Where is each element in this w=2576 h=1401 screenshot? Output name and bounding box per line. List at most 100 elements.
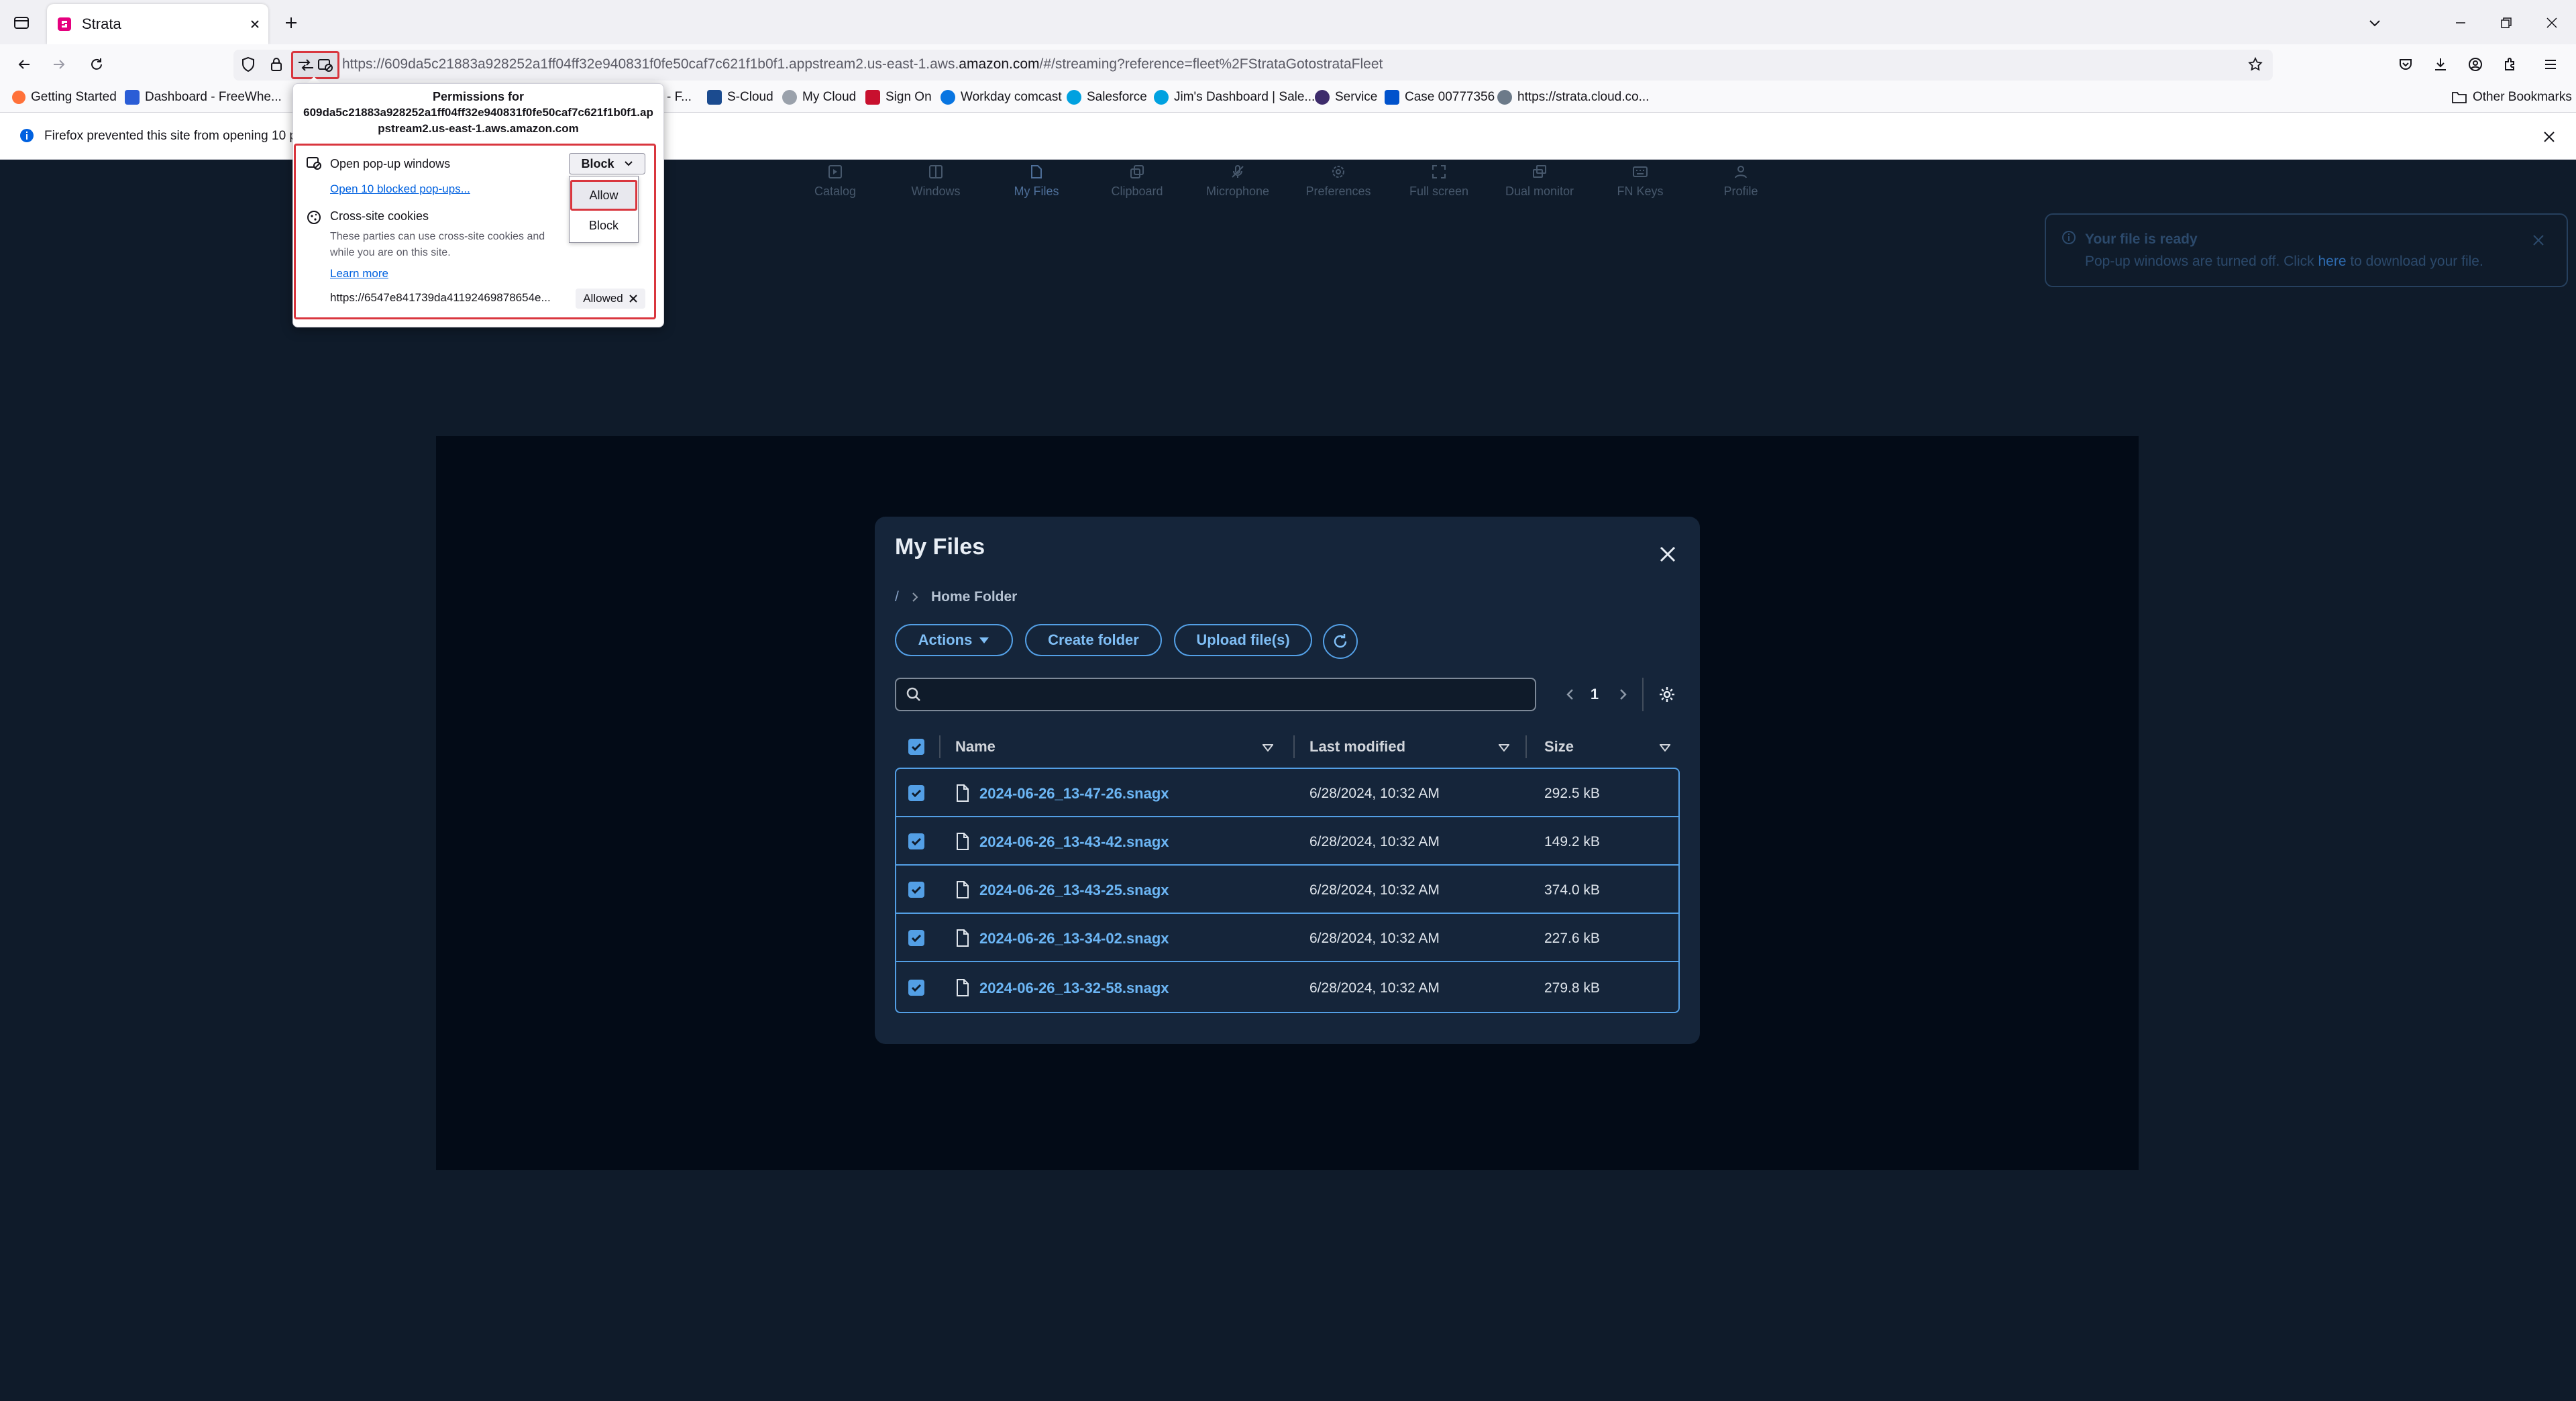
previous-page-icon[interactable] <box>1558 682 1583 707</box>
toolbar-profile[interactable]: Profile <box>1690 164 1791 207</box>
bookmark-star-icon[interactable] <box>2241 51 2270 78</box>
bookmark-service[interactable]: Service <box>1315 90 1377 105</box>
downloads-icon[interactable] <box>2426 51 2455 78</box>
checkmark-icon <box>911 837 922 846</box>
back-icon[interactable] <box>9 51 39 78</box>
option-block[interactable]: Block <box>570 213 637 238</box>
next-page-icon[interactable] <box>1610 682 1635 707</box>
select-all-checkbox[interactable] <box>908 739 924 755</box>
permissions-title: Permissions for 609da5c21883a928252a1ff0… <box>303 90 653 135</box>
tab-overview-icon[interactable] <box>8 9 35 36</box>
cookies-description: These parties can use cross-site cookies… <box>330 231 545 242</box>
toolbar-microphone[interactable]: Microphone <box>1187 164 1288 207</box>
chevron-down-icon <box>624 161 633 166</box>
lock-icon[interactable] <box>262 51 291 78</box>
bookmark-my-cloud[interactable]: My Cloud <box>782 90 856 105</box>
popup-blocked-icon <box>318 59 333 72</box>
toolbar-full-screen[interactable]: Full screen <box>1389 164 1489 207</box>
bookmark-workday[interactable]: Workday comcast <box>941 90 1062 105</box>
site-permissions-button[interactable] <box>291 51 339 79</box>
other-bookmarks[interactable]: Other Bookmarks <box>2451 90 2572 105</box>
my-files-icon <box>1031 165 1042 178</box>
url-text[interactable]: https://609da5c21883a928252a1ff04ff32e94… <box>342 56 1383 72</box>
reload-icon[interactable] <box>82 51 111 78</box>
toolbar-catalog[interactable]: Catalog <box>785 164 885 207</box>
freewheel-icon <box>125 90 140 105</box>
file-modified: 6/28/2024, 10:32 AM <box>1309 980 1440 996</box>
toolbar-dual-monitor[interactable]: Dual monitor <box>1489 164 1590 207</box>
bookmark-dashboard[interactable]: Dashboard - FreeWhe... <box>125 90 282 105</box>
tab-close-icon[interactable] <box>241 11 268 38</box>
tracking-protection-shield-icon[interactable] <box>233 51 263 78</box>
modal-close-icon[interactable] <box>1650 537 1685 572</box>
file-size: 374.0 kB <box>1544 882 1600 898</box>
row-checkbox[interactable] <box>908 833 924 849</box>
forward-icon[interactable] <box>44 51 74 78</box>
current-page[interactable]: 1 <box>1585 686 1605 703</box>
column-divider <box>1525 735 1527 758</box>
menu-icon[interactable] <box>2536 51 2565 78</box>
option-allow[interactable]: Allow <box>570 180 637 211</box>
bookmark-s-cloud[interactable]: S-Cloud <box>707 90 773 105</box>
notification-close-icon[interactable] <box>2536 123 2563 150</box>
browser-tab[interactable]: Strata <box>47 4 268 44</box>
open-blocked-popups-link[interactable]: Open 10 blocked pop-ups... <box>330 183 470 196</box>
toolbar-windows[interactable]: Windows <box>885 164 986 207</box>
window-close-icon[interactable] <box>2538 9 2565 36</box>
site-allowed-badge[interactable]: Allowed <box>576 289 645 309</box>
window-minimize-icon[interactable] <box>2447 9 2474 36</box>
row-checkbox[interactable] <box>908 980 924 996</box>
remove-x-icon[interactable] <box>629 294 638 303</box>
bookmark-case[interactable]: Case 00777356 <box>1385 90 1495 105</box>
row-checkbox[interactable] <box>908 930 924 946</box>
checkmark-icon <box>911 789 922 798</box>
sort-caret-down-icon[interactable] <box>1657 739 1673 756</box>
file-name-link[interactable]: 2024-06-26_13-34-02.snagx <box>979 930 1169 947</box>
toast-close-icon[interactable] <box>2525 227 2552 254</box>
checkmark-icon <box>911 743 922 751</box>
firefox-icon <box>12 91 25 104</box>
column-header-last-modified[interactable]: Last modified <box>1309 738 1405 756</box>
bookmark-truncated[interactable]: - F... <box>667 90 692 105</box>
sort-caret-down-icon[interactable] <box>1496 739 1512 756</box>
column-header-name[interactable]: Name <box>955 738 996 756</box>
breadcrumb-root[interactable]: / <box>895 589 899 605</box>
bookmark-jims-dashboard[interactable]: Jim's Dashboard | Sale... <box>1154 90 1315 105</box>
sort-caret-down-icon[interactable] <box>1260 739 1276 756</box>
toolbar-my-files[interactable]: My Files <box>986 164 1087 207</box>
bookmark-strata-cloud[interactable]: https://strata.cloud.co... <box>1497 90 1649 105</box>
bookmark-getting-started[interactable]: Getting Started <box>12 90 117 105</box>
learn-more-link[interactable]: Learn more <box>330 267 388 280</box>
file-name-link[interactable]: 2024-06-26_13-47-26.snagx <box>979 785 1169 802</box>
column-header-size[interactable]: Size <box>1544 738 1574 756</box>
row-checkbox[interactable] <box>908 882 924 898</box>
file-name-link[interactable]: 2024-06-26_13-43-42.snagx <box>979 833 1169 851</box>
file-modified: 6/28/2024, 10:32 AM <box>1309 882 1440 898</box>
row-checkbox[interactable] <box>908 785 924 801</box>
list-tabs-icon[interactable] <box>2361 9 2388 36</box>
bookmark-sign-on[interactable]: Sign On <box>865 90 932 105</box>
new-tab-icon[interactable] <box>278 9 305 36</box>
pocket-icon[interactable] <box>2391 51 2420 78</box>
popups-permission-select[interactable]: Block <box>569 153 645 174</box>
window-restore-icon[interactable] <box>2493 9 2520 36</box>
refresh-icon <box>1334 634 1347 648</box>
refresh-button[interactable] <box>1323 624 1358 659</box>
toolbar-preferences[interactable]: Preferences <box>1288 164 1389 207</box>
file-modified: 6/28/2024, 10:32 AM <box>1309 834 1440 849</box>
file-name-link[interactable]: 2024-06-26_13-32-58.snagx <box>979 980 1169 997</box>
extensions-icon[interactable] <box>2496 51 2525 78</box>
toolbar-clipboard[interactable]: Clipboard <box>1087 164 1187 207</box>
cloud-outline-icon <box>782 90 797 105</box>
file-name-link[interactable]: 2024-06-26_13-43-25.snagx <box>979 882 1169 899</box>
toolbar-fn-keys[interactable]: FN Keys <box>1590 164 1690 207</box>
file-size: 279.8 kB <box>1544 980 1600 996</box>
account-icon[interactable] <box>2461 51 2490 78</box>
create-folder-button[interactable]: Create folder <box>1025 624 1162 656</box>
bookmark-salesforce[interactable]: Salesforce <box>1067 90 1147 105</box>
table-settings-gear-icon[interactable] <box>1653 680 1681 709</box>
upload-files-button[interactable]: Upload file(s) <box>1174 624 1312 656</box>
toast-download-link[interactable]: here <box>2318 254 2346 269</box>
file-search-input[interactable] <box>895 678 1536 711</box>
actions-button[interactable]: Actions <box>895 624 1013 656</box>
